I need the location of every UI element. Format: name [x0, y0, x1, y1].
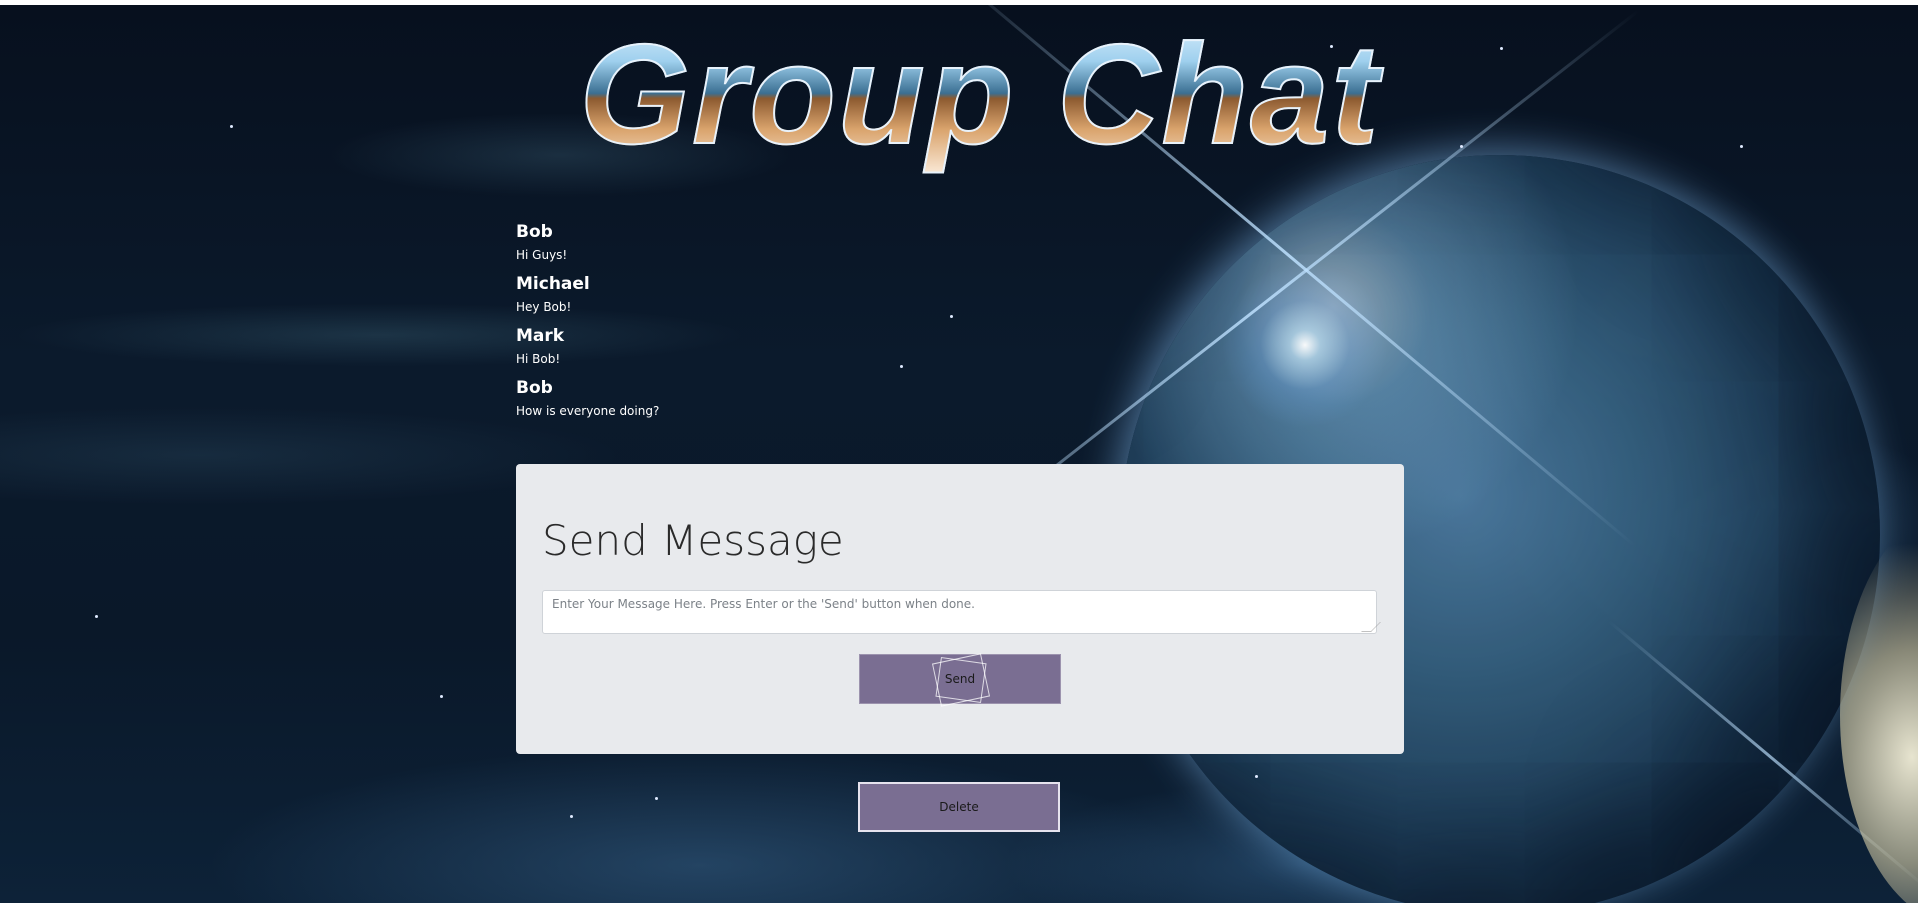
- message-text: Hi Guys!: [516, 248, 568, 262]
- list-item: Mark Hi Bob!: [516, 326, 1216, 367]
- send-button[interactable]: Send: [859, 653, 1061, 707]
- message-text: Hey Bob!: [516, 300, 572, 314]
- star: [655, 797, 658, 800]
- lens-flare: [1215, 255, 1395, 435]
- message-input[interactable]: [542, 590, 1377, 634]
- send-message-panel: Send Message Send: [516, 464, 1404, 754]
- star: [1740, 145, 1743, 148]
- send-message-heading: Send Message: [542, 516, 844, 565]
- list-item: Bob Hi Guys!: [516, 222, 1216, 263]
- star: [230, 125, 233, 128]
- send-button-label: Send: [944, 672, 976, 686]
- message-list: Bob Hi Guys! Michael Hey Bob! Mark Hi Bo…: [516, 222, 1216, 430]
- message-author: Mark: [516, 326, 565, 346]
- message-author: Bob: [516, 222, 553, 242]
- star: [95, 615, 98, 618]
- message-author: Michael: [516, 274, 590, 294]
- list-item: Bob How is everyone doing?: [516, 378, 1216, 419]
- delete-button-label: Delete: [939, 800, 979, 814]
- message-text: How is everyone doing?: [516, 404, 660, 418]
- page-title: Group Chat: [540, 10, 1420, 180]
- star: [1500, 47, 1503, 50]
- star: [1460, 145, 1463, 148]
- star: [440, 695, 443, 698]
- message-author: Bob: [516, 378, 553, 398]
- message-text: Hi Bob!: [516, 352, 561, 366]
- delete-button[interactable]: Delete: [858, 782, 1060, 832]
- star: [570, 815, 573, 818]
- list-item: Michael Hey Bob!: [516, 274, 1216, 315]
- star: [1255, 775, 1258, 778]
